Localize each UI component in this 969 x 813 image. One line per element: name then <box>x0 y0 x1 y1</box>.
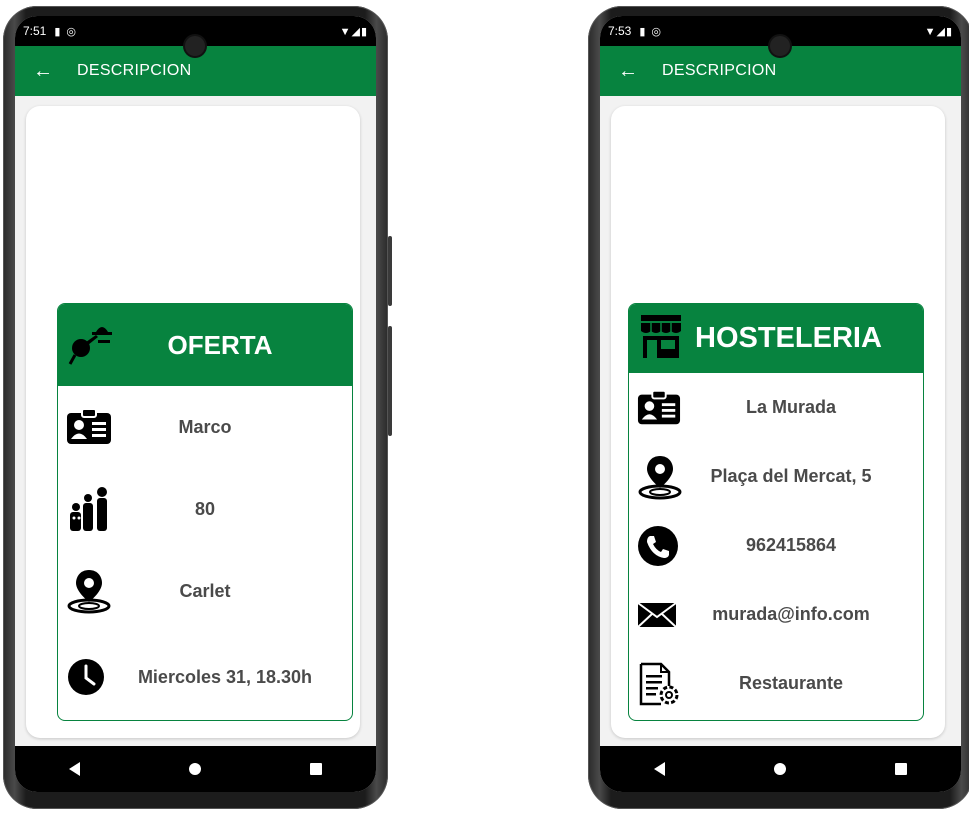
status-time: 7:51 <box>23 24 47 38</box>
info-row: Plaça del Mercat, 5 <box>629 442 923 511</box>
nav-back-icon[interactable] <box>654 762 666 776</box>
document-settings-icon <box>637 662 681 706</box>
nav-back-icon[interactable] <box>69 762 81 776</box>
nav-home-icon[interactable] <box>773 763 786 775</box>
power-button <box>388 326 392 436</box>
waiter-tray-icon <box>68 318 114 371</box>
contact-card-icon <box>637 389 681 426</box>
appbar-title: DESCRIPCION <box>662 62 777 79</box>
family-icon <box>66 487 112 531</box>
box-header: OFERTA <box>58 304 352 386</box>
info-row: Restaurante <box>629 649 923 718</box>
content-card: HOSTELERIA La Murada Plaça del Mercat, 5… <box>611 106 945 738</box>
signal-battery-icon: ▼◢▮ <box>339 25 368 38</box>
sync-icon: ◎ <box>66 25 77 38</box>
volume-button <box>388 236 392 306</box>
business-info-box: HOSTELERIA La Murada Plaça del Mercat, 5… <box>628 303 924 721</box>
camera-notch <box>770 36 790 56</box>
phone-frame-left: 7:51 ▮ ◎ ▼◢▮ ← DESCRIPCION OFERTA Marco … <box>3 6 392 809</box>
signal-battery-icon: ▼◢▮ <box>924 25 953 38</box>
sd-card-icon: ▮ <box>54 25 61 38</box>
navigation-bar <box>600 746 961 792</box>
store-icon <box>639 313 683 364</box>
back-arrow-icon[interactable]: ← <box>618 60 662 83</box>
camera-notch <box>185 36 205 56</box>
sync-icon: ◎ <box>651 25 662 38</box>
nav-home-icon[interactable] <box>188 763 201 775</box>
location-pin-icon <box>637 454 683 500</box>
phone-screen: 7:51 ▮ ◎ ▼◢▮ ← DESCRIPCION OFERTA Marco … <box>15 16 376 792</box>
navigation-bar <box>15 746 376 792</box>
info-row: murada@info.com <box>629 580 923 649</box>
phone-icon <box>637 525 679 567</box>
info-row: 80 <box>58 468 352 550</box>
info-row: La Murada <box>629 373 923 442</box>
sd-card-icon: ▮ <box>639 25 646 38</box>
box-title: HOSTELERIA <box>695 322 882 354</box>
nav-recent-icon[interactable] <box>894 763 907 775</box>
info-row: Marco <box>58 386 352 468</box>
info-row: 962415864 <box>629 511 923 580</box>
appbar-title: DESCRIPCION <box>77 62 192 79</box>
box-header: HOSTELERIA <box>629 304 923 373</box>
nav-recent-icon[interactable] <box>309 763 322 775</box>
back-arrow-icon[interactable]: ← <box>33 60 77 83</box>
location-pin-icon <box>66 568 112 614</box>
phone-frame-right: 7:53 ▮ ◎ ▼◢▮ ← DESCRIPCION HOSTELERIA La… <box>588 6 969 809</box>
envelope-icon <box>637 601 677 628</box>
status-time: 7:53 <box>608 24 632 38</box>
info-row: Miercoles 31, 18.30h <box>58 632 352 720</box>
contact-card-icon <box>66 409 112 445</box>
content-card: OFERTA Marco 80 Carlet Miercoles 31, 18.… <box>26 106 360 738</box>
info-row: Carlet <box>58 550 352 632</box>
phone-screen: 7:53 ▮ ◎ ▼◢▮ ← DESCRIPCION HOSTELERIA La… <box>600 16 961 792</box>
clock-icon <box>66 657 106 697</box>
offer-info-box: OFERTA Marco 80 Carlet Miercoles 31, 18.… <box>57 303 353 721</box>
